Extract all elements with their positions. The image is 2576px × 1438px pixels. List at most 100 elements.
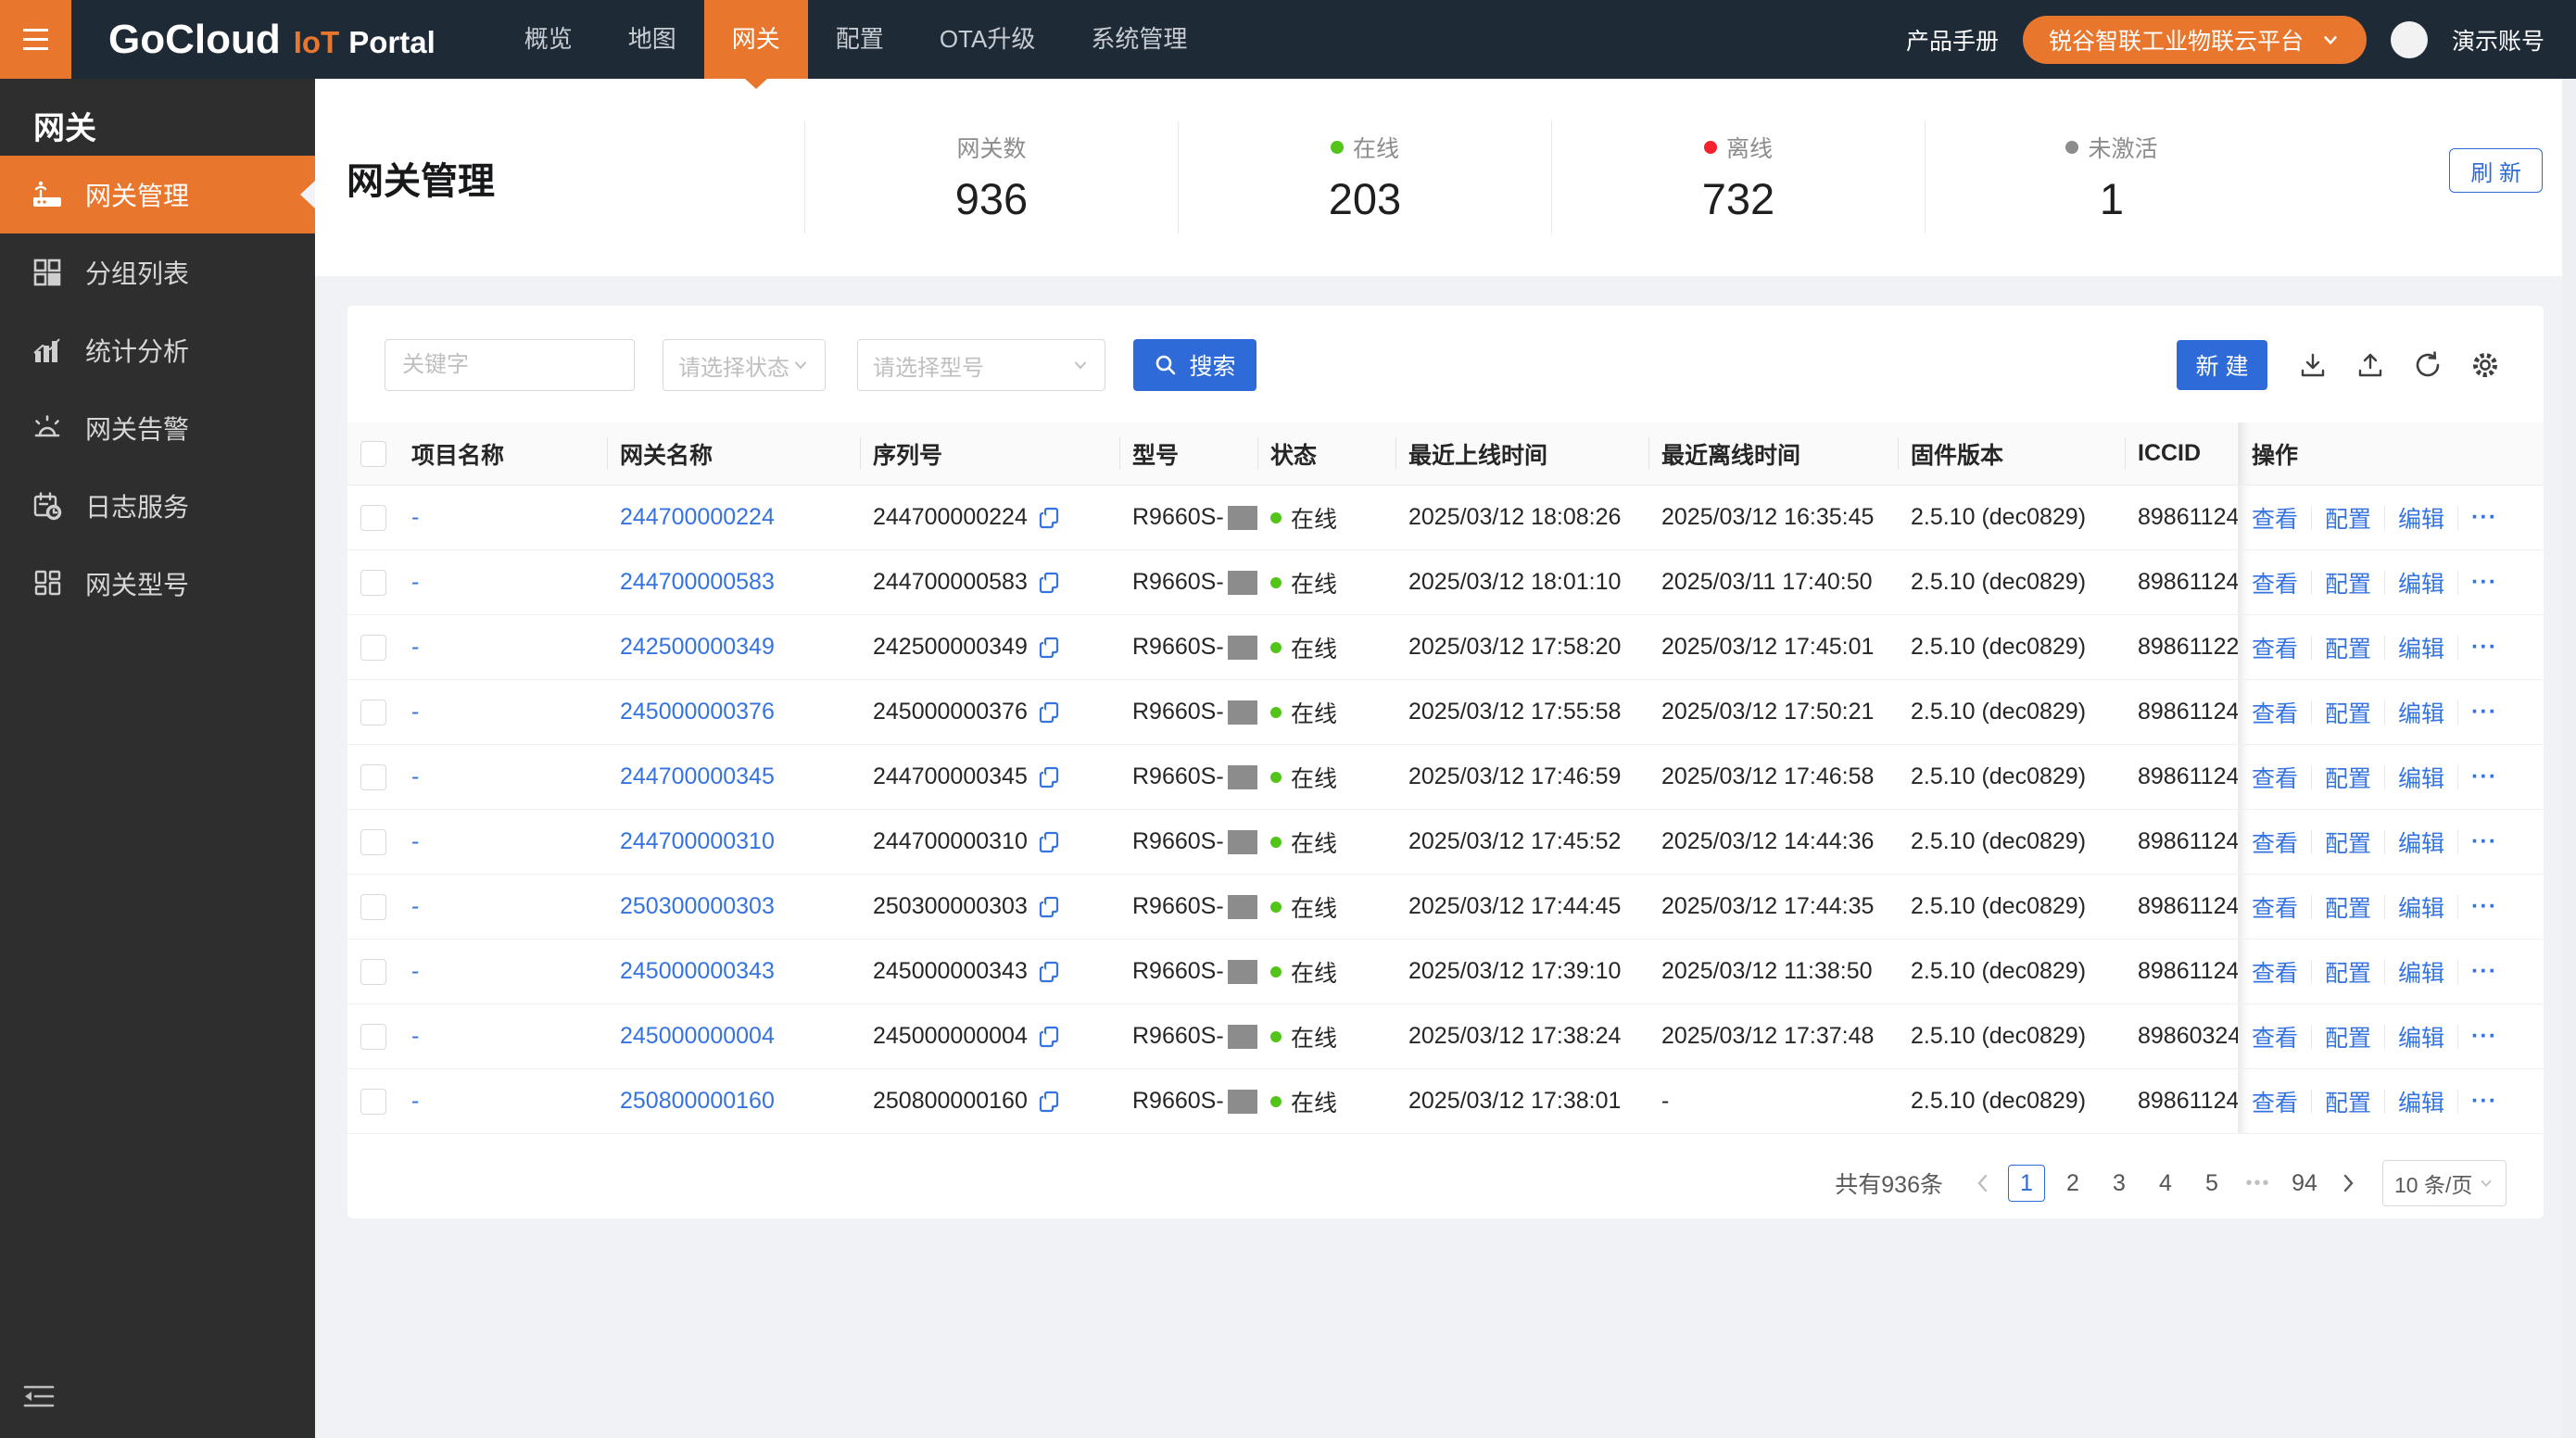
action-view[interactable]: 查看 — [2252, 761, 2298, 794]
nav-item-配置[interactable]: 配置 — [808, 0, 912, 79]
gateway-name-link[interactable]: 250800000160 — [620, 1088, 775, 1115]
action-view[interactable]: 查看 — [2252, 696, 2298, 729]
action-edit[interactable]: 编辑 — [2398, 890, 2444, 924]
gateway-name-link[interactable]: 244700000583 — [620, 569, 775, 596]
action-more[interactable]: ··· — [2471, 504, 2497, 531]
page-scrollbar[interactable] — [2562, 79, 2576, 1438]
action-view[interactable]: 查看 — [2252, 890, 2298, 924]
action-config[interactable]: 配置 — [2325, 890, 2371, 924]
refresh-button[interactable]: 刷 新 — [2449, 148, 2543, 193]
action-config[interactable]: 配置 — [2325, 1020, 2371, 1053]
sidebar-item-网关告警[interactable]: 网关告警 — [0, 389, 315, 467]
copy-icon[interactable] — [1037, 571, 1061, 595]
action-edit[interactable]: 编辑 — [2398, 696, 2444, 729]
copy-icon[interactable] — [1037, 765, 1061, 789]
action-edit[interactable]: 编辑 — [2398, 1020, 2444, 1053]
action-edit[interactable]: 编辑 — [2398, 1085, 2444, 1118]
upload-icon[interactable] — [2349, 351, 2392, 379]
copy-icon[interactable] — [1037, 1025, 1061, 1049]
model-select[interactable]: 请选择型号 — [857, 339, 1105, 391]
action-view[interactable]: 查看 — [2252, 566, 2298, 599]
menu-icon[interactable] — [0, 0, 71, 79]
action-more[interactable]: ··· — [2471, 569, 2497, 596]
action-more[interactable]: ··· — [2471, 699, 2497, 725]
copy-icon[interactable] — [1037, 506, 1061, 530]
page-number-3[interactable]: 3 — [2101, 1165, 2138, 1202]
page-size-select[interactable]: 10 条/页 — [2382, 1160, 2507, 1206]
create-button[interactable]: 新 建 — [2177, 340, 2267, 390]
action-more[interactable]: ··· — [2471, 893, 2497, 920]
gateway-name-link[interactable]: 250300000303 — [620, 893, 775, 920]
nav-item-OTA升级[interactable]: OTA升级 — [912, 0, 1064, 79]
gateway-name-link[interactable]: 244700000345 — [620, 763, 775, 790]
page-number-4[interactable]: 4 — [2147, 1165, 2184, 1202]
nav-item-概览[interactable]: 概览 — [497, 0, 600, 79]
action-config[interactable]: 配置 — [2325, 761, 2371, 794]
action-edit[interactable]: 编辑 — [2398, 955, 2444, 989]
action-more[interactable]: ··· — [2471, 828, 2497, 855]
action-edit[interactable]: 编辑 — [2398, 631, 2444, 664]
search-button[interactable]: 搜索 — [1133, 339, 1256, 391]
action-more[interactable]: ··· — [2471, 958, 2497, 985]
row-checkbox[interactable] — [360, 1023, 386, 1050]
action-config[interactable]: 配置 — [2325, 566, 2371, 599]
action-view[interactable]: 查看 — [2252, 501, 2298, 535]
action-edit[interactable]: 编辑 — [2398, 826, 2444, 859]
row-checkbox[interactable] — [360, 504, 386, 531]
copy-icon[interactable] — [1037, 895, 1061, 919]
platform-selector-button[interactable]: 锐谷智联工业物联云平台 — [2022, 15, 2367, 64]
row-checkbox[interactable] — [360, 1088, 386, 1115]
copy-icon[interactable] — [1037, 1090, 1061, 1114]
status-select[interactable]: 请选择状态 — [663, 339, 826, 391]
action-more[interactable]: ··· — [2471, 1023, 2497, 1050]
select-all-checkbox[interactable] — [360, 440, 386, 467]
gateway-name-link[interactable]: 245000000343 — [620, 958, 775, 985]
row-checkbox[interactable] — [360, 569, 386, 596]
sidebar-item-网关管理[interactable]: 网关管理 — [0, 156, 315, 233]
next-page-button[interactable] — [2332, 1165, 2364, 1202]
gateway-name-link[interactable]: 244700000224 — [620, 504, 775, 531]
action-config[interactable]: 配置 — [2325, 955, 2371, 989]
nav-item-网关[interactable]: 网关 — [703, 0, 808, 79]
action-more[interactable]: ··· — [2471, 1088, 2497, 1115]
gateway-name-link[interactable]: 244700000310 — [620, 828, 775, 855]
sidebar-item-统计分析[interactable]: 统计分析 — [0, 311, 315, 389]
row-checkbox[interactable] — [360, 634, 386, 661]
sidebar-item-分组列表[interactable]: 分组列表 — [0, 233, 315, 311]
gateway-name-link[interactable]: 245000000004 — [620, 1023, 775, 1050]
gateway-name-link[interactable]: 245000000376 — [620, 699, 775, 725]
row-checkbox[interactable] — [360, 958, 386, 985]
product-manual-link[interactable]: 产品手册 — [1906, 23, 1999, 57]
page-number-94[interactable]: 94 — [2286, 1165, 2323, 1202]
download-icon[interactable] — [2292, 351, 2334, 379]
action-edit[interactable]: 编辑 — [2398, 761, 2444, 794]
row-checkbox[interactable] — [360, 699, 386, 725]
avatar[interactable] — [2390, 20, 2428, 58]
sidebar-item-日志服务[interactable]: 日志服务 — [0, 467, 315, 545]
settings-icon[interactable] — [2464, 350, 2507, 380]
nav-item-系统管理[interactable]: 系统管理 — [1063, 0, 1215, 79]
action-config[interactable]: 配置 — [2325, 631, 2371, 664]
action-config[interactable]: 配置 — [2325, 696, 2371, 729]
action-config[interactable]: 配置 — [2325, 826, 2371, 859]
action-edit[interactable]: 编辑 — [2398, 566, 2444, 599]
action-config[interactable]: 配置 — [2325, 501, 2371, 535]
action-view[interactable]: 查看 — [2252, 1020, 2298, 1053]
page-number-1[interactable]: 1 — [2008, 1165, 2045, 1202]
sidebar-item-网关型号[interactable]: 网关型号 — [0, 545, 315, 623]
row-checkbox[interactable] — [360, 893, 386, 920]
copy-icon[interactable] — [1037, 960, 1061, 984]
nav-item-地图[interactable]: 地图 — [600, 0, 704, 79]
action-view[interactable]: 查看 — [2252, 631, 2298, 664]
page-number-5[interactable]: 5 — [2193, 1165, 2230, 1202]
action-edit[interactable]: 编辑 — [2398, 501, 2444, 535]
refresh-icon[interactable] — [2406, 350, 2449, 380]
action-view[interactable]: 查看 — [2252, 955, 2298, 989]
keyword-input[interactable] — [385, 339, 635, 391]
row-checkbox[interactable] — [360, 828, 386, 855]
page-number-2[interactable]: 2 — [2054, 1165, 2091, 1202]
prev-page-button[interactable] — [1967, 1165, 1999, 1202]
collapse-sidebar-icon[interactable] — [23, 1383, 55, 1414]
gateway-name-link[interactable]: 242500000349 — [620, 634, 775, 661]
action-view[interactable]: 查看 — [2252, 1085, 2298, 1118]
